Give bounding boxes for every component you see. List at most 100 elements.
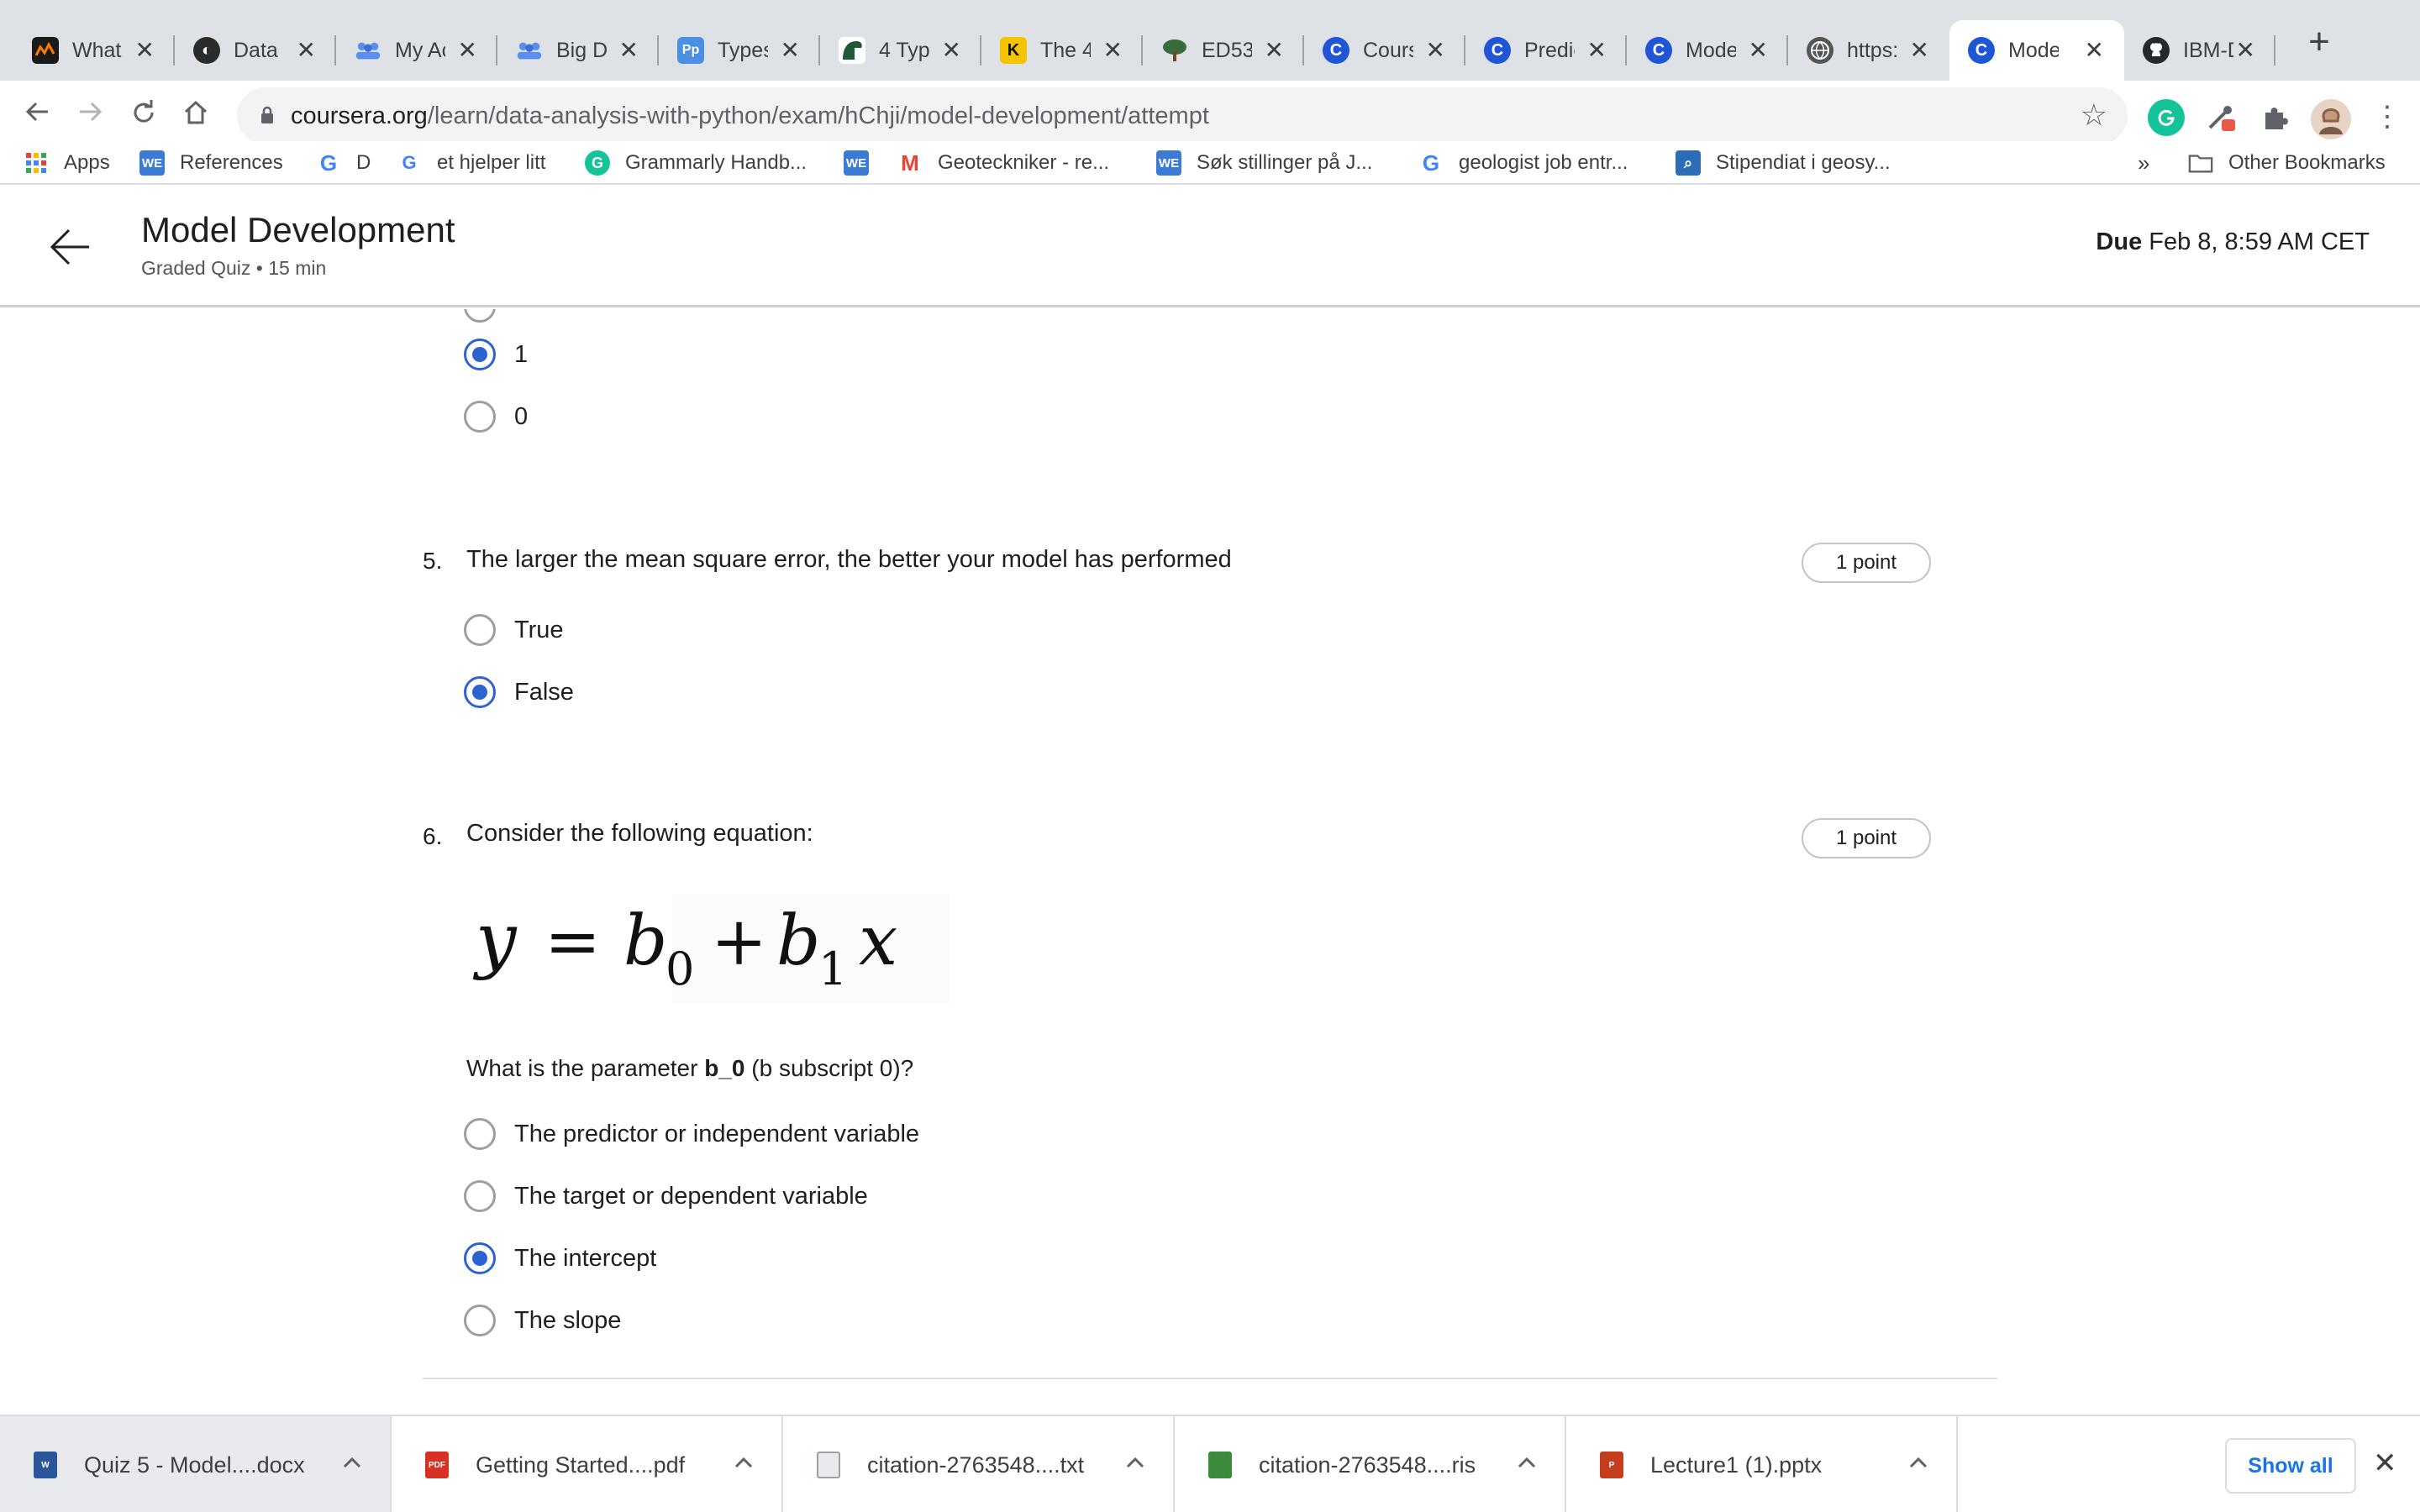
tab-close-icon[interactable]: ✕ <box>1265 39 1284 62</box>
home-button[interactable] <box>175 96 217 138</box>
bookmark-d[interactable]: G D <box>316 144 371 181</box>
tab-close-icon[interactable]: ✕ <box>1587 39 1607 62</box>
page-title: Model Development <box>141 210 455 249</box>
puzzle-extensions-icon[interactable] <box>2257 99 2294 136</box>
subtext-pre: What is the parameter <box>466 1055 705 1081</box>
radio-button[interactable] <box>464 1305 496 1336</box>
bookmark-label: Søk stillinger på J... <box>1197 151 1373 174</box>
tab-favicon-icon <box>32 37 59 64</box>
browser-tab[interactable]: My Ac ✕ <box>336 20 497 81</box>
download-item[interactable]: P Lecture1 (1).pptx <box>1566 1416 1958 1512</box>
browser-tab[interactable]: Big D ✕ <box>497 20 659 81</box>
tab-close-icon[interactable]: ✕ <box>297 39 316 62</box>
option-row[interactable]: True <box>464 610 564 650</box>
back-button[interactable] <box>17 96 59 138</box>
other-bookmarks[interactable]: Other Bookmarks <box>2188 144 2386 181</box>
tab-title: IBM-D <box>2183 38 2233 62</box>
bookmark-label: Apps <box>64 151 110 174</box>
tab-title: 4 Typ <box>879 38 929 62</box>
new-tab-button[interactable]: + <box>2294 24 2344 64</box>
eyedropper-extension-icon[interactable] <box>2203 99 2240 136</box>
equation-subscript-1: 1 <box>818 942 847 995</box>
tab-title: Types <box>718 38 768 62</box>
browser-menu-icon[interactable]: ⋮ <box>2366 96 2408 138</box>
pp-favicon-icon: Pp <box>677 37 704 64</box>
option-row[interactable]: 1 <box>464 334 528 375</box>
option-row[interactable]: False <box>464 672 574 712</box>
option-row[interactable]: The target or dependent variable <box>464 1176 868 1216</box>
tab-close-icon[interactable]: ✕ <box>942 39 961 62</box>
bookmark-stipendiat[interactable]: ⌕ Stipendiat i geosy... <box>1676 144 1891 181</box>
radio-button[interactable] <box>464 309 496 323</box>
bookmark-star-icon[interactable]: ☆ <box>2081 97 2107 133</box>
bookmark-apps[interactable]: Apps <box>24 144 110 181</box>
chevron-up-icon[interactable] <box>731 1450 756 1475</box>
tab-close-icon[interactable]: ✕ <box>458 39 477 62</box>
bookmark-references[interactable]: WE References <box>139 144 283 181</box>
address-bar[interactable]: coursera.org/learn/data-analysis-with-py… <box>237 87 2128 144</box>
chevron-up-icon[interactable] <box>1123 1450 1148 1475</box>
back-arrow-icon[interactable] <box>47 223 94 270</box>
browser-tab[interactable]: C Cours ✕ <box>1304 20 1465 81</box>
browser-tab[interactable]: IBM-D ✕ <box>2124 20 2275 81</box>
browser-tab[interactable]: https: ✕ <box>1788 20 1949 81</box>
google-icon: G <box>319 150 338 176</box>
bookmarks-overflow-button[interactable]: » <box>2138 144 2149 181</box>
browser-tab[interactable]: Pp Types ✕ <box>659 20 820 81</box>
browser-tab[interactable]: ED53 ✕ <box>1143 20 1304 81</box>
tab-title: Mode <box>2008 38 2059 62</box>
browser-tab-active[interactable]: C Mode ✕ <box>1949 20 2124 81</box>
radio-button-selected[interactable] <box>464 676 496 708</box>
forward-button[interactable] <box>69 96 111 138</box>
option-row[interactable]: The predictor or independent variable <box>464 1114 919 1154</box>
option-row[interactable]: The intercept <box>464 1238 656 1278</box>
url-path: /learn/data-analysis-with-python/exam/hC… <box>427 102 1209 129</box>
radio-button[interactable] <box>464 1118 496 1150</box>
bookmark-sok-stillinger[interactable]: WE Søk stillinger på J... <box>1156 144 1372 181</box>
browser-tab[interactable]: K The 4 ✕ <box>981 20 1143 81</box>
show-all-button[interactable]: Show all <box>2225 1438 2356 1494</box>
tab-close-icon[interactable]: ✕ <box>1910 39 1929 62</box>
tab-close-icon[interactable]: ✕ <box>781 39 800 62</box>
option-row[interactable]: The slope <box>464 1300 621 1341</box>
tab-close-icon[interactable]: ✕ <box>2085 39 2104 62</box>
reload-button[interactable] <box>123 96 165 138</box>
tab-close-icon[interactable]: ✕ <box>135 39 155 62</box>
radio-button[interactable] <box>464 614 496 646</box>
tab-close-icon[interactable]: ✕ <box>2236 39 2255 62</box>
download-item[interactable]: W Quiz 5 - Model....docx <box>0 1416 392 1512</box>
browser-tab[interactable]: 4 Typ ✕ <box>820 20 981 81</box>
bookmark-grammarly[interactable]: G Grammarly Handb... <box>585 144 807 181</box>
grammarly-extension-icon[interactable] <box>2148 99 2185 136</box>
close-shelf-icon[interactable]: ✕ <box>2373 1446 2397 1480</box>
question-number: 5. <box>423 548 443 574</box>
tab-close-icon[interactable]: ✕ <box>619 39 639 62</box>
arrow-right-icon <box>80 102 103 122</box>
tab-close-icon[interactable]: ✕ <box>1426 39 1445 62</box>
download-item[interactable]: PDF Getting Started....pdf <box>392 1416 783 1512</box>
option-row[interactable]: 0 <box>464 396 528 437</box>
bookmark-geoteckniker[interactable]: M Geoteckniker - re... <box>897 144 1109 181</box>
chevron-up-icon[interactable] <box>1906 1450 1931 1475</box>
bookmark-label: et hjelper litt <box>437 151 546 174</box>
chevron-up-icon[interactable] <box>339 1450 365 1475</box>
radio-button-selected[interactable] <box>464 1242 496 1274</box>
powerpoint-icon: P <box>1600 1452 1623 1478</box>
browser-tab[interactable]: ◐ Data ✕ <box>175 20 336 81</box>
bookmark-et-hjelper-litt[interactable]: G et hjelper litt <box>397 144 545 181</box>
browser-tab[interactable]: C Predic ✕ <box>1465 20 1627 81</box>
browser-tab[interactable]: C Mode ✕ <box>1627 20 1788 81</box>
profile-avatar[interactable] <box>2311 99 2351 139</box>
bookmark-we[interactable]: WE <box>844 144 884 181</box>
chevron-up-icon[interactable] <box>1514 1450 1539 1475</box>
tab-close-icon[interactable]: ✕ <box>1103 39 1123 62</box>
tab-title: ED53 <box>1202 38 1252 62</box>
tab-close-icon[interactable]: ✕ <box>1749 39 1768 62</box>
browser-tab[interactable]: What ✕ <box>13 20 175 81</box>
radio-button-selected[interactable] <box>464 339 496 370</box>
download-item[interactable]: citation-2763548....ris <box>1175 1416 1566 1512</box>
bookmark-geologist-job[interactable]: G geologist job entr... <box>1418 144 1628 181</box>
download-item[interactable]: citation-2763548....txt <box>783 1416 1175 1512</box>
radio-button[interactable] <box>464 1180 496 1212</box>
radio-button[interactable] <box>464 401 496 433</box>
